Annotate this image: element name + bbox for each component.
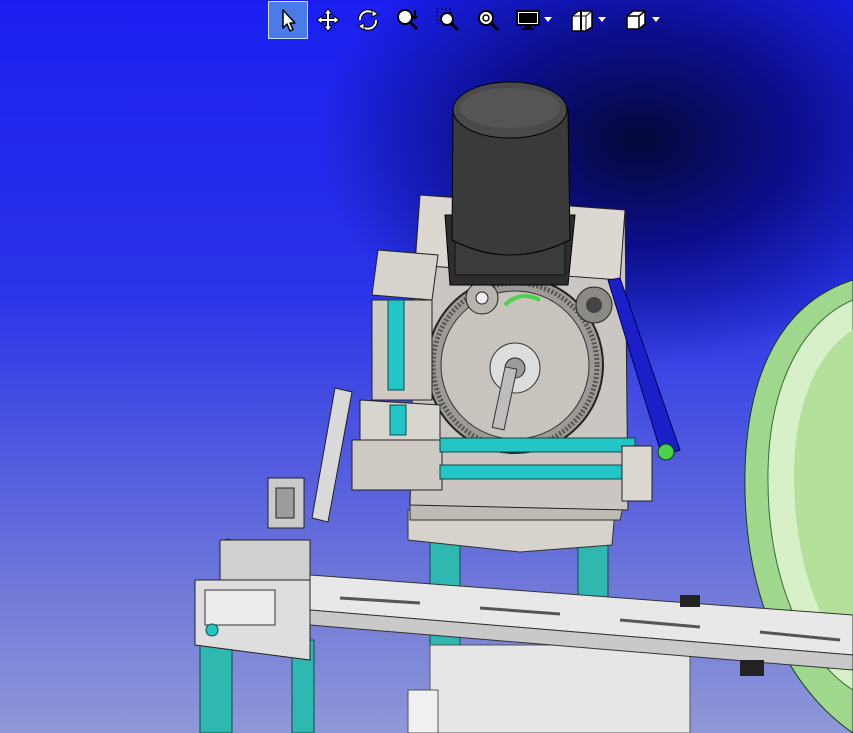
zoom-fit-icon <box>478 10 500 32</box>
rotate-icon <box>357 9 379 31</box>
section-view-icon <box>571 9 593 32</box>
zoom-area-icon <box>436 8 460 32</box>
select-arrow-icon <box>282 9 296 32</box>
section-view-button[interactable] <box>562 1 602 39</box>
pinion-gear[interactable] <box>465 281 499 315</box>
vertical-slide-block[interactable] <box>351 249 443 491</box>
end-bracket[interactable] <box>194 538 311 661</box>
linkage-arm[interactable] <box>267 387 353 529</box>
display-mode-button[interactable] <box>508 1 548 39</box>
view-toolbar <box>268 0 670 40</box>
zoom-dynamic-button[interactable] <box>388 1 428 39</box>
monitor-icon <box>516 10 540 30</box>
cube-view-icon <box>626 10 646 30</box>
pan-move-icon <box>316 8 340 32</box>
rotate-tool-button[interactable] <box>348 1 388 39</box>
select-tool-button[interactable] <box>268 1 308 39</box>
zoom-area-button[interactable] <box>428 1 468 39</box>
pan-tool-button[interactable] <box>308 1 348 39</box>
stepper-motor[interactable] <box>444 81 576 286</box>
view-orientation-button[interactable] <box>616 1 656 39</box>
cad-model-assembly[interactable] <box>0 0 853 733</box>
zoom-dynamic-icon <box>397 9 419 31</box>
zoom-fit-button[interactable] <box>468 1 508 39</box>
3d-viewport[interactable] <box>0 0 853 733</box>
